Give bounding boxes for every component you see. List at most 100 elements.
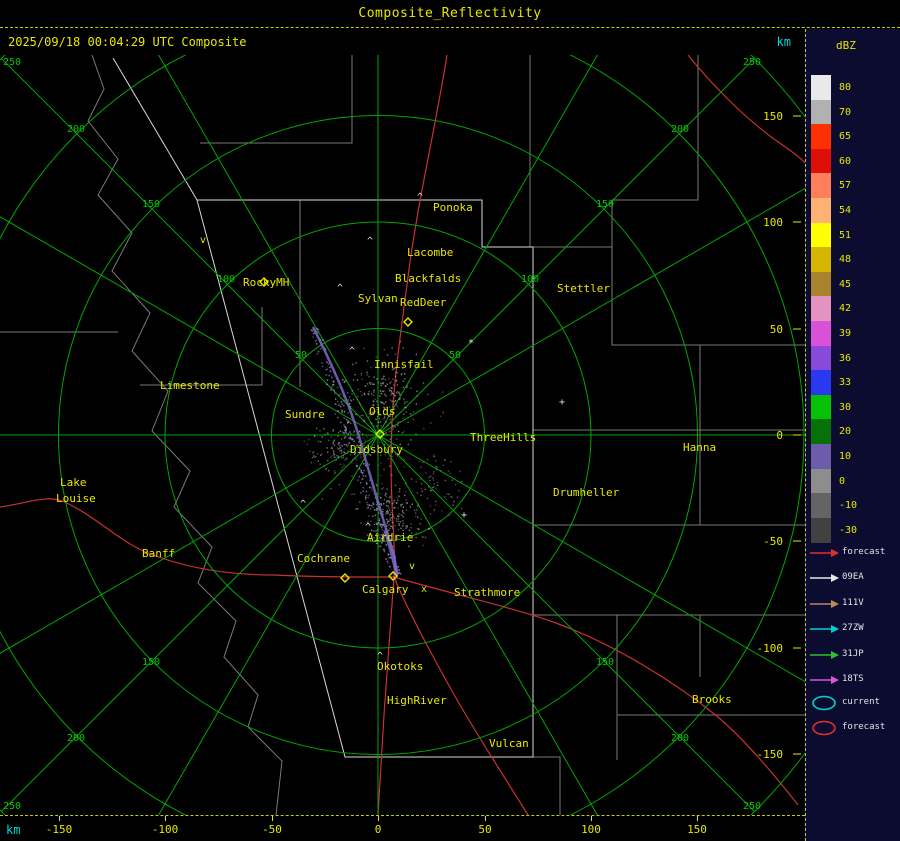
svg-text:^: ^ [337,283,343,294]
city-label: HighRiver [387,694,447,707]
dbz-swatch [811,222,831,248]
dbz-value: -30 [839,524,858,536]
dbz-swatch [811,493,831,519]
legend-label: 27ZW [842,623,864,634]
legend-label: forecast [842,722,886,733]
dbz-value: 33 [839,377,852,389]
side-panel: dBZ 80 70 65 60 57 54 51 48 45 42 39 36 33 30 20 10 0 -10… [805,29,900,841]
dbz-swatch [811,444,831,469]
city-label: Limestone [160,379,220,392]
svg-text:^: ^ [300,499,306,510]
x-axis-unit-label: km [6,823,21,837]
dbz-value: 45 [839,278,852,290]
svg-text:50: 50 [770,323,783,336]
city-label: Airdrie [367,531,413,544]
dbz-swatch [811,370,831,396]
dbz-swatch [811,173,831,199]
svg-text:150: 150 [596,657,614,668]
x-axis-tick-label: 100 [581,823,601,836]
dbz-swatch [811,247,831,273]
svg-text:+: + [461,510,467,521]
legend-label: 09EA [842,572,864,583]
x-axis-tick-label: 0 [374,823,382,836]
dbz-value: -10 [839,500,858,512]
svg-text:50: 50 [449,350,461,361]
current-ellipse-icon [812,695,836,711]
dbz-value: 70 [839,106,852,118]
x-axis-tick-label: 150 [687,823,707,836]
18TS-arrow-icon [810,676,839,684]
forecast-arrow-icon [810,549,839,557]
x-axis-tick-label: 50 [478,823,492,836]
09EA-arrow-icon [810,574,839,583]
title-bar: Composite_Reflectivity [0,0,900,28]
x-axis-tick [697,816,698,821]
dbz-swatch [811,321,831,346]
dbz-value: 39 [839,328,852,339]
city-label: Olds [369,405,396,418]
x-axis-tick-label: -100 [151,823,179,836]
city-label: Banff [142,547,175,560]
city-label: Okotoks [377,660,423,673]
svg-text:^: ^ [365,522,371,533]
radar-display[interactable]: 50 100 150 200 250 50 100 150 200 250 150 200 250 150… [0,55,805,815]
x-axis-tick-label: -150 [45,823,73,836]
x-axis-tick [591,816,592,821]
city-label: Hanna [683,441,716,454]
legend-label: forecast [842,547,886,557]
svg-text:150: 150 [142,657,160,668]
legend-label: 18TS [842,674,864,684]
dbz-value: 65 [839,131,852,143]
city-label: Cochrane [297,552,350,565]
dbz-value: 42 [839,303,852,315]
svg-text:100: 100 [521,274,539,285]
radar-canvas[interactable]: 50 100 150 200 250 50 100 150 200 250 150 200 250 150… [0,55,805,815]
svg-text:-50: -50 [763,535,783,548]
city-label: Lacombe [407,246,453,259]
svg-text:^: ^ [349,346,355,357]
dbz-value: 54 [839,205,852,216]
27ZW-arrow-icon [810,625,839,634]
city-label: Vulcan [489,737,529,750]
x-axis-tick [272,816,273,821]
svg-text:100: 100 [217,274,235,285]
svg-text:-100: -100 [757,642,784,655]
dbz-swatch [811,99,831,125]
svg-text:250: 250 [3,57,21,68]
dbz-value: 51 [839,229,852,241]
x-axis: km -150 -100 -50 0 50 100 150 [0,815,805,841]
city-label: Blackfalds [395,272,461,285]
dbz-value: 60 [839,155,852,167]
city-label: Drumheller [553,486,620,499]
city-label: Calgary [362,583,409,596]
x-axis-tick [378,816,379,821]
dbz-swatch [811,198,831,223]
timestamp: 2025/09/18 00:04:29 UTC Composite [8,35,247,49]
dbz-swatch [811,419,831,445]
city-label: RedDeer [400,296,447,309]
dbz-scale-title: dBZ [836,39,856,52]
svg-text:v: v [409,561,415,572]
radar-application-window: Composite_Reflectivity 2025/09/18 00:04:… [0,0,900,841]
dbz-value: 0 [839,475,846,487]
svg-text:x: x [421,584,427,595]
svg-text:150: 150 [142,199,160,210]
dbz-value: 30 [839,401,852,413]
svg-text:^: ^ [377,651,383,662]
city-label: Didsbury [350,443,403,456]
dbz-value: 36 [839,352,852,364]
city-label: Stettler [557,282,610,295]
svg-text:200: 200 [67,124,85,135]
radar-site-diamond-icon [340,573,350,583]
dbz-value: 57 [839,180,852,192]
svg-text:*: * [468,338,474,349]
city-label: Brooks [692,693,732,706]
dbz-value: 48 [839,254,852,266]
svg-text:100: 100 [763,216,783,229]
dbz-swatch [811,517,831,543]
svg-text:^: ^ [367,236,373,247]
svg-text:250: 250 [3,801,21,812]
svg-text:200: 200 [671,733,689,744]
city-label: Lake [60,476,87,489]
svg-text:200: 200 [67,733,85,744]
